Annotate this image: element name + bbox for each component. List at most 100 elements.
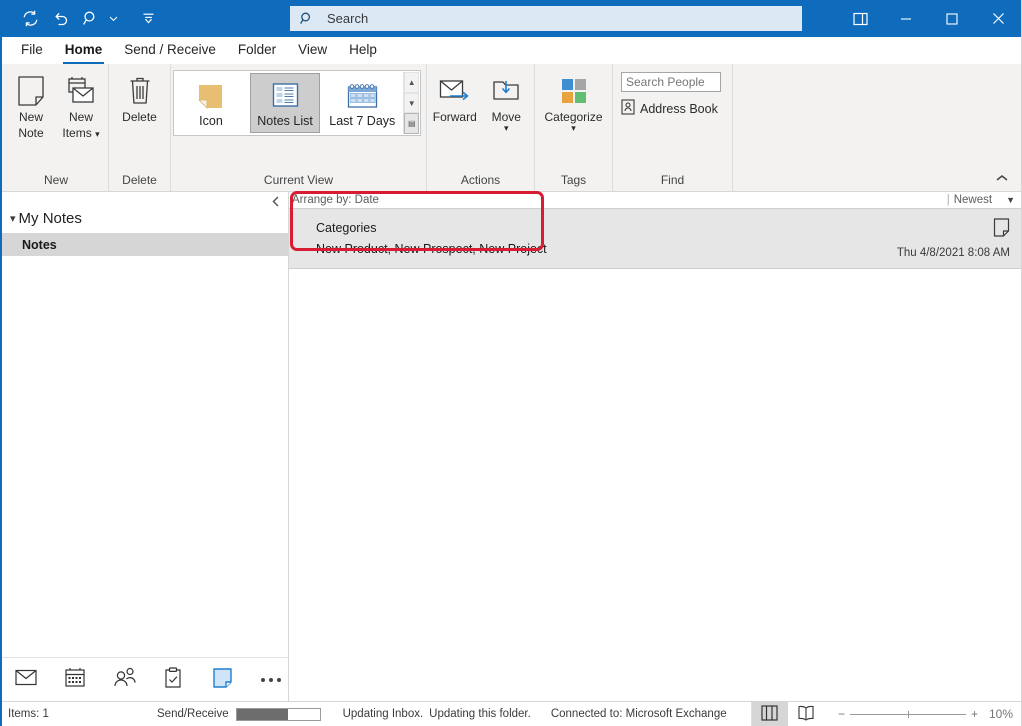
move-label: Move xyxy=(491,110,521,124)
gallery-scroll-up-button[interactable]: ▲ xyxy=(404,72,419,93)
view-icon-button[interactable]: Icon xyxy=(176,73,246,133)
nav-notes-button[interactable] xyxy=(208,667,236,693)
sidebar-item-label: Notes xyxy=(22,237,57,252)
main-body: ▾ My Notes Notes Arrange by: Date | Newe… xyxy=(2,191,1021,701)
new-items-icon xyxy=(65,74,97,108)
zoom-out-button[interactable]: − xyxy=(838,707,845,721)
zoom-control[interactable]: − + 10% xyxy=(824,707,1021,721)
view-notes-list-button[interactable]: Notes List xyxy=(249,73,321,133)
close-button[interactable] xyxy=(975,0,1021,37)
collapse-pane-icon[interactable] xyxy=(271,196,280,210)
chevron-down-icon[interactable]: ▾ xyxy=(504,124,509,133)
zoom-in-button[interactable]: + xyxy=(971,707,978,721)
ribbon-group-actions: Forward Move ▾ Actions xyxy=(427,64,535,191)
normal-view-button[interactable] xyxy=(751,702,788,726)
note-icon xyxy=(993,218,1010,242)
sidebar-item-notes[interactable]: Notes xyxy=(2,233,288,256)
sort-label: Newest xyxy=(953,194,993,206)
new-items-button[interactable]: New Items ▾ xyxy=(56,68,106,141)
note-row-texts: Categories New Product, New Prospect, Ne… xyxy=(316,221,897,256)
search-box[interactable]: Search xyxy=(290,6,802,31)
nav-people-button[interactable] xyxy=(110,667,138,693)
categorize-button[interactable]: Categorize ▾ xyxy=(538,68,610,133)
status-message-1: Updating Inbox. xyxy=(342,708,424,720)
chevron-down-icon[interactable]: ▾ xyxy=(571,124,576,133)
current-view-gallery: Icon Notes List Last 7 Days ▲ ▼ ▤ xyxy=(173,70,421,136)
nav-more-button[interactable] xyxy=(257,667,285,693)
address-book-button[interactable]: Address Book xyxy=(621,99,718,118)
ribbon-display-options-button[interactable] xyxy=(837,0,883,37)
ribbon-group-actions-label: Actions xyxy=(460,173,501,187)
sort-separator: | xyxy=(946,194,950,206)
notes-list-pane: Arrange by: Date | Newest ▼ Categories N… xyxy=(289,191,1021,701)
zoom-slider[interactable] xyxy=(849,710,966,718)
chevron-down-icon[interactable] xyxy=(106,6,120,32)
gallery-more-button[interactable]: ▤ xyxy=(404,113,419,135)
address-book-icon xyxy=(621,99,635,118)
arrange-bar: Arrange by: Date | Newest ▼ xyxy=(289,192,1021,209)
note-subtitle: New Product, New Prospect, New Project xyxy=(316,242,547,256)
tab-view[interactable]: View xyxy=(287,40,338,64)
move-button[interactable]: Move ▾ xyxy=(481,68,533,133)
sort-control[interactable]: | Newest ▼ xyxy=(947,194,1015,206)
maximize-button[interactable] xyxy=(929,0,975,37)
status-bar: Items: 1 Send/Receive Updating Inbox. Up… xyxy=(2,701,1021,726)
title-bar: Search xyxy=(2,0,1021,37)
ribbon: New Note New Items ▾ New Delete Delete I… xyxy=(2,64,1021,192)
tab-send-receive[interactable]: Send / Receive xyxy=(113,40,227,64)
tab-home[interactable]: Home xyxy=(54,40,114,64)
address-book-label: Address Book xyxy=(640,101,718,116)
new-items-label-1: New xyxy=(68,110,93,124)
table-row[interactable]: Categories New Product, New Prospect, Ne… xyxy=(289,191,1021,269)
delete-label: Delete xyxy=(122,110,157,124)
chevron-up-icon[interactable] xyxy=(991,169,1013,187)
forward-label: Forward xyxy=(432,110,477,124)
items-count: Items: 1 xyxy=(8,708,49,720)
ribbon-group-delete-label: Delete xyxy=(122,173,157,187)
nav-tasks-button[interactable] xyxy=(159,666,187,693)
reading-view-button[interactable] xyxy=(788,702,824,726)
arrange-by-label[interactable]: Arrange by: Date xyxy=(292,194,947,206)
minimize-button[interactable] xyxy=(883,0,929,37)
chevron-down-icon[interactable]: ▾ xyxy=(10,212,16,225)
status-bar-right: − + 10% xyxy=(750,702,1021,726)
nav-calendar-button[interactable] xyxy=(61,667,89,693)
send-receive-status: Send/Receive xyxy=(157,707,321,721)
new-note-button[interactable]: New Note xyxy=(6,68,56,140)
nav-mail-button[interactable] xyxy=(12,667,40,693)
chevron-down-icon[interactable]: ▼ xyxy=(1006,195,1015,205)
new-items-label-2-text: Items xyxy=(62,126,92,140)
new-items-label-2: Items ▾ xyxy=(62,126,99,141)
quick-access-toolbar xyxy=(2,6,162,32)
tab-help[interactable]: Help xyxy=(338,40,388,64)
nav-header[interactable]: ▾ My Notes xyxy=(2,192,288,233)
new-note-label-1: New xyxy=(18,110,43,124)
calendar-icon xyxy=(346,78,379,114)
view-icon-label: Icon xyxy=(199,114,223,128)
gallery-scrollbar[interactable]: ▲ ▼ ▤ xyxy=(403,72,419,135)
send-receive-all-icon[interactable] xyxy=(16,6,44,32)
customize-qat-icon[interactable] xyxy=(134,6,162,32)
search-placeholder: Search xyxy=(327,11,369,26)
search-qat-icon[interactable] xyxy=(76,6,104,32)
view-last-7-days-button[interactable]: Last 7 Days xyxy=(324,73,400,133)
forward-button[interactable]: Forward xyxy=(429,68,481,124)
ribbon-group-current-view-label: Current View xyxy=(263,173,334,187)
tab-file[interactable]: File xyxy=(10,40,54,64)
gallery-scroll-down-button[interactable]: ▼ xyxy=(404,92,419,114)
navigation-pane: ▾ My Notes Notes xyxy=(2,192,289,701)
ribbon-group-new-label: New xyxy=(43,173,68,187)
delete-button[interactable]: Delete xyxy=(114,68,166,124)
connection-status: Connected to: Microsoft Exchange xyxy=(550,708,727,720)
undo-icon[interactable] xyxy=(46,6,74,32)
new-note-label-2: Note xyxy=(18,126,44,140)
ribbon-group-tags: Categorize ▾ Tags xyxy=(535,64,613,191)
note-icon xyxy=(16,74,46,108)
categorize-icon xyxy=(559,74,589,108)
tab-folder[interactable]: Folder xyxy=(227,40,287,64)
search-people-input[interactable]: Search People xyxy=(621,72,721,92)
send-receive-progress xyxy=(235,707,321,721)
note-title: Categories xyxy=(316,221,377,235)
ribbon-group-current-view: Icon Notes List Last 7 Days ▲ ▼ ▤ Curren… xyxy=(171,64,427,191)
chevron-down-icon[interactable]: ▾ xyxy=(95,129,100,139)
